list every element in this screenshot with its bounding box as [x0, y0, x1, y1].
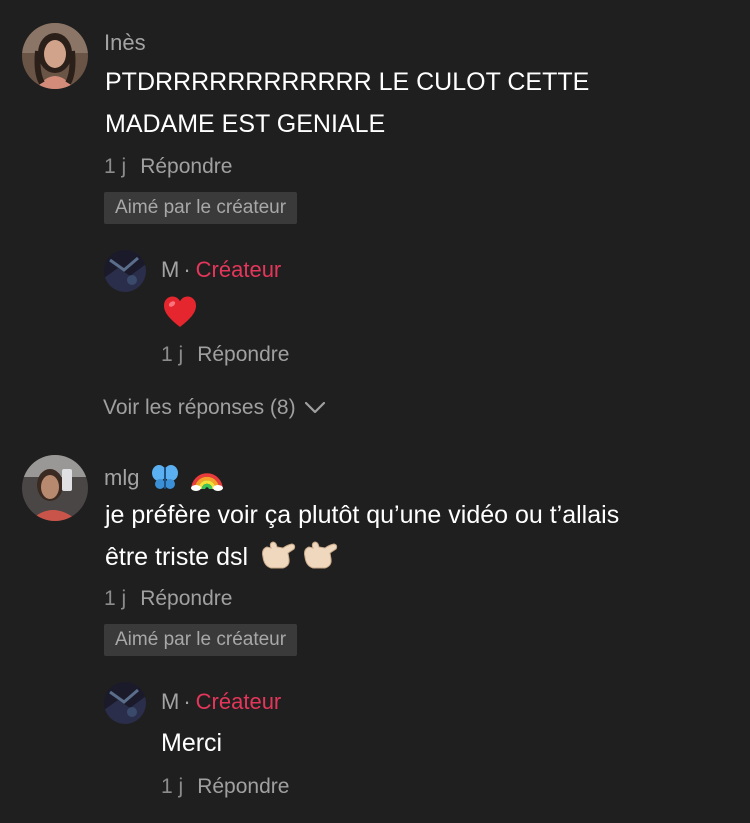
- comment-username[interactable]: Inès: [104, 30, 146, 56]
- avatar[interactable]: [22, 455, 88, 521]
- rainbow-icon: [186, 465, 224, 491]
- liked-by-creator-badge: Aimé par le créateur: [104, 192, 298, 224]
- butterfly-icon: [146, 465, 180, 490]
- avatar-photo: [104, 682, 146, 724]
- comment-text-line: MADAME EST GENIALE: [105, 110, 386, 138]
- separator-dot: ·: [183, 689, 191, 714]
- avatar[interactable]: [22, 23, 88, 89]
- avatar-photo: [104, 250, 146, 292]
- call-me-hand-icon: [297, 541, 339, 571]
- reply-time: 1 j: [161, 775, 184, 798]
- reply-meta: 1 j Répondre: [161, 343, 289, 367]
- view-replies-button[interactable]: Voir les réponses (8): [103, 396, 326, 420]
- creator-badge: Créateur: [195, 257, 282, 282]
- reply-username[interactable]: M: [161, 257, 179, 282]
- reply-header: M · Créateur: [161, 257, 281, 283]
- comment-time: 1 j: [104, 587, 127, 610]
- reply-button[interactable]: Répondre: [197, 775, 289, 798]
- comment-text-line: PTDRRRRRRRRRRRR LE CULOT CETTE: [105, 68, 590, 96]
- reply-button[interactable]: Répondre: [140, 155, 232, 178]
- call-me-hand-icon: [255, 541, 297, 571]
- reply-username[interactable]: M: [161, 689, 179, 714]
- comment-meta: 1 j Répondre: [104, 587, 232, 611]
- liked-by-creator-badge: Aimé par le créateur: [104, 624, 298, 656]
- red-heart-icon: [162, 294, 198, 335]
- avatar[interactable]: [104, 682, 146, 724]
- comment-text: je préfère voir ça plutôt qu’une vidéo o…: [105, 494, 735, 578]
- comment-text: PTDRRRRRRRRRRRR LE CULOT CETTE MADAME ES…: [105, 61, 735, 145]
- reply-button[interactable]: Répondre: [197, 343, 289, 366]
- comment-meta: 1 j Répondre: [104, 155, 232, 179]
- comment-text-segment: être triste dsl: [105, 543, 249, 571]
- comment-text-line: je préfère voir ça plutôt qu’une vidéo o…: [105, 501, 620, 529]
- avatar-photo: [22, 455, 88, 521]
- avatar[interactable]: [104, 250, 146, 292]
- separator-dot: ·: [183, 257, 191, 282]
- reply-header: M · Créateur: [161, 689, 281, 715]
- reply-time: 1 j: [161, 343, 184, 366]
- view-replies-label: Voir les réponses (8): [103, 396, 296, 419]
- avatar-photo: [22, 23, 88, 89]
- creator-badge: Créateur: [195, 689, 282, 714]
- reply-text: Merci: [161, 729, 223, 757]
- reply-meta: 1 j Répondre: [161, 775, 289, 799]
- comment-username[interactable]: mlg: [104, 465, 139, 490]
- chevron-down-icon: [304, 402, 325, 414]
- comment-time: 1 j: [104, 155, 127, 178]
- comment-text-line-2: être triste dsl: [105, 536, 735, 578]
- comment-username-row: mlg: [104, 461, 224, 491]
- reply-button[interactable]: Répondre: [140, 587, 232, 610]
